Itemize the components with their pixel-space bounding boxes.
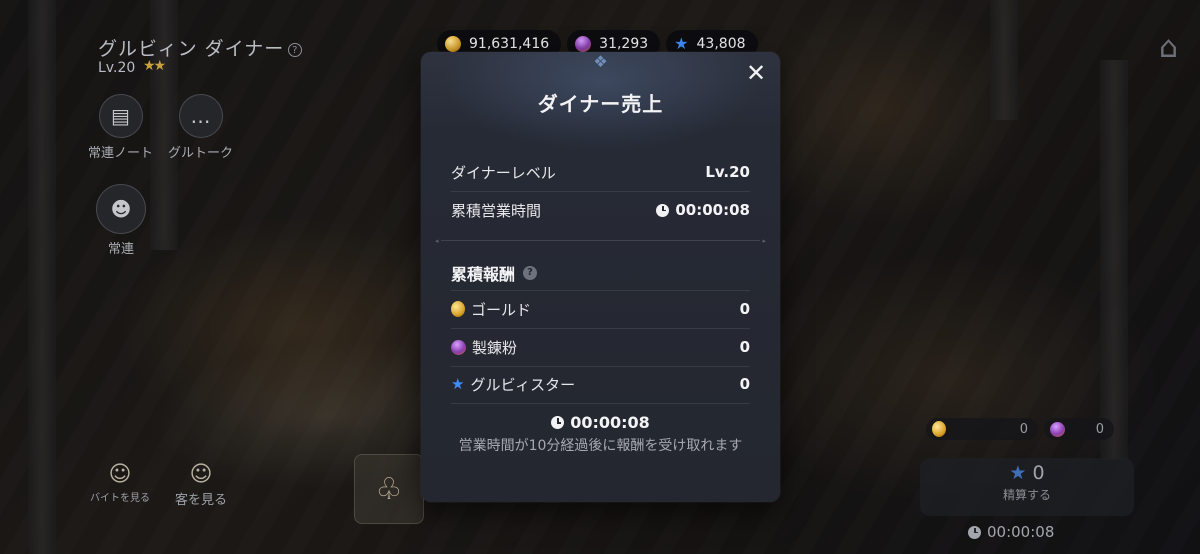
settle-label: 精算する [1002,488,1051,502]
clock-icon [656,203,670,217]
regular-note-label: 常連ノート [88,146,154,161]
diner-name: グルビィン ダイナー? [98,34,303,61]
staff-icon: ☺ [108,462,132,487]
reward-value: 0 [739,338,750,356]
diner-level-label: ダイナーレベル [451,163,556,182]
reward-label: 製錬粉 [472,338,518,357]
gold-amount: 91,631,416 [469,36,550,52]
powder-counter-value: 0 [1095,421,1104,437]
gold-coin-icon [451,301,465,317]
part-time-button[interactable]: ☺ バイトを見る [90,462,150,504]
gem-amount: 43,808 [696,36,746,52]
regular-avatar-icon: ☻ [96,184,146,234]
total-time-row: 累積営業時間 00:00:08 [451,191,750,229]
refining-powder-icon [451,339,466,355]
help-icon[interactable]: ? [288,42,303,57]
gold-coin-icon [932,421,946,437]
regulars-label: 常連 [107,242,134,257]
reward-row-star: ★ グルビィスター 0 [451,365,750,403]
view-guests-label: 客を見る [175,493,228,508]
countdown-timer: 00:00:08 [421,413,780,432]
total-time-label: 累積営業時間 [451,201,542,220]
gold-counter-value: 0 [1019,421,1028,437]
total-time-value: 00:00:08 [656,201,750,219]
blue-star-icon: ★ [674,34,689,53]
help-icon[interactable]: ? [523,266,538,280]
home-icon[interactable]: ⌂ [1159,30,1178,65]
reward-label: ゴールド [471,300,532,319]
reward-notice: 営業時間が10分経過後に報酬を受け取れます [458,438,743,454]
diner-sales-modal: ❖ ✕ ダイナー売上 ダイナーレベル Lv.20 累積営業時間 00:00:08… [421,52,780,502]
diner-level-value: Lv.20 [705,163,750,181]
part-time-label: バイトを見る [90,493,150,504]
star-rating-icon: ★★ [143,58,166,74]
clock-icon [551,416,565,429]
reward-row-powder: 製錬粉 0 [451,328,750,366]
guest-icon: ☺ [189,462,213,487]
modal-title: ダイナー売上 [537,92,664,116]
gold-counter: 0 [926,418,1038,440]
close-button[interactable]: ✕ [744,61,768,86]
chat-bubble-icon: … [178,94,223,138]
notebook-icon: ▤ [98,94,143,138]
food-card[interactable]: ♧ [354,454,424,524]
powder-counter: 0 [1044,418,1114,440]
section-divider: ◂ ▸ [435,237,766,245]
rewards-title: 累積報酬 ? [451,261,538,285]
settle-star-count: ★ 0 [1009,462,1045,484]
reward-value: 0 [739,300,750,318]
guru-talk-button[interactable]: … グルトーク [168,94,233,161]
powder-amount: 31,293 [599,36,649,52]
gourbi-star-icon: ★ [451,375,465,393]
settle-button[interactable]: ★ 0 精算する [920,458,1134,516]
regulars-button[interactable]: ☻ 常連 [96,184,146,257]
row-divider [451,403,750,404]
clock-icon [968,525,981,539]
guru-talk-label: グルトーク [168,146,234,161]
star-icon: ★ [1009,462,1027,484]
right-timer: 00:00:08 [968,523,1054,541]
regular-note-button[interactable]: ▤ 常連ノート [88,94,153,161]
right-timer-value: 00:00:08 [987,523,1055,541]
crest-icon: ❖ [593,52,608,71]
gold-coin-icon [445,36,461,52]
reward-row-gold: ゴールド 0 [451,290,750,328]
reward-value: 0 [739,375,750,393]
diner-level: Lv.20 [98,60,136,76]
view-guests-button[interactable]: ☺ 客を見る [175,462,227,508]
refining-powder-icon [575,36,592,52]
reward-label: グルビィスター [470,375,576,394]
diner-level-row: ダイナーレベル Lv.20 [451,153,750,191]
refining-powder-icon [1050,421,1065,437]
